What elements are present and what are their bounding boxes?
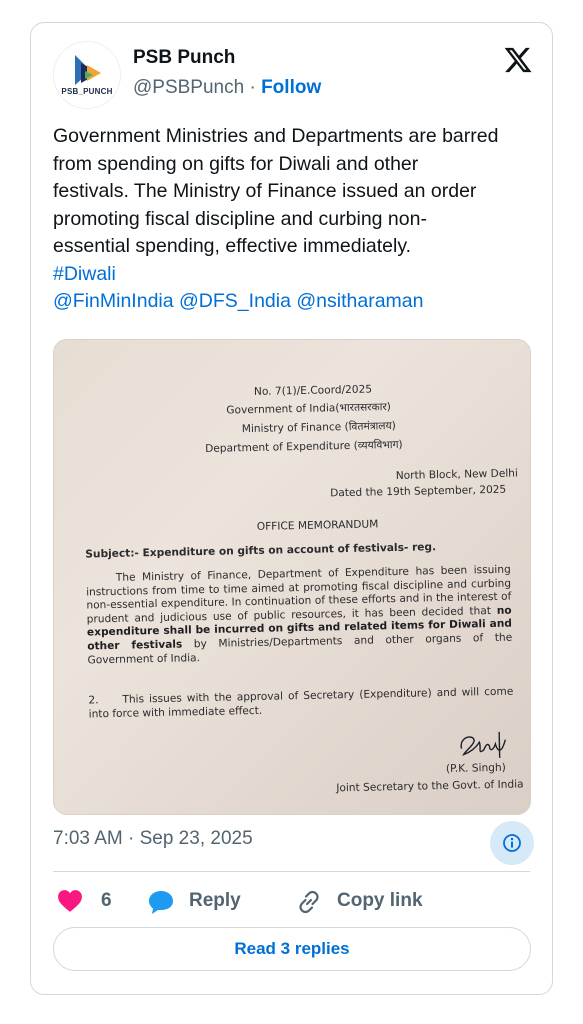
divider	[53, 871, 530, 872]
doc-para2-text: This issues with the approval of Secreta…	[88, 685, 514, 721]
hashtag-line: #Diwali	[53, 261, 538, 289]
like-count: 6	[101, 890, 112, 911]
author-handle[interactable]: @PSBPunch	[133, 77, 244, 98]
reply-bubble-icon	[149, 891, 173, 914]
mention-nsitharaman[interactable]: @nsitharaman	[296, 290, 423, 312]
like-button[interactable]: 6	[57, 887, 117, 915]
reply-label: Reply	[189, 890, 241, 911]
doc-paragraph-2: 2. This issues with the approval of Secre…	[88, 686, 513, 722]
action-bar: 6 Reply Copy link	[53, 881, 533, 921]
reply-button[interactable]: Reply	[147, 887, 257, 915]
tweet-card: PSB_PUNCH PSB Punch @PSBPunch · Follow G…	[30, 22, 553, 995]
avatar-text: PSB_PUNCH	[61, 87, 113, 96]
doc-paragraph-1: The Ministry of Finance, Department of E…	[86, 564, 513, 668]
doc-subject: Subject:- Expenditure on gifts on accoun…	[85, 541, 436, 560]
info-button[interactable]	[490, 821, 534, 865]
mention-dfs[interactable]: @DFS_India	[179, 290, 291, 312]
tweet-line: promoting fiscal discipline and curbing …	[53, 207, 427, 230]
tweet-line: Government Ministries and Departments ar…	[53, 125, 499, 147]
doc-number: No. 7(1)/E.Coord/2025	[253, 383, 373, 398]
separator-dot: ·	[249, 77, 256, 98]
tweet-line: festivals. The Ministry of Finance issue…	[53, 180, 477, 202]
signature-icon	[460, 731, 507, 758]
link-icon	[299, 890, 319, 914]
avatar[interactable]: PSB_PUNCH	[53, 41, 121, 109]
doc-date: Dated the 19th September, 2025	[330, 483, 507, 500]
tweet-timestamp[interactable]: 7:03 AM · Sep 23, 2025	[53, 828, 253, 850]
tweet-text: Government Ministries and Departments ar…	[53, 123, 538, 316]
document-photo[interactable]: No. 7(1)/E.Coord/2025 Government of Indi…	[53, 339, 531, 815]
read-replies-button[interactable]: Read 3 replies	[53, 927, 531, 971]
doc-para2-number: 2.	[88, 694, 99, 707]
doc-location: North Block, New Delhi	[395, 467, 519, 482]
office-memorandum: No. 7(1)/E.Coord/2025 Government of Indi…	[75, 353, 524, 812]
doc-govt: Government of India(भारतसरकार)	[226, 401, 392, 417]
author-name[interactable]: PSB Punch	[133, 47, 235, 69]
doc-signatory: (P.K. Singh)	[445, 761, 506, 775]
tweet-line: from spending on gifts for Diwali and ot…	[53, 152, 419, 175]
doc-department: Department of Expenditure (व्ययविभाग)	[205, 438, 403, 455]
copy-link-label: Copy link	[337, 890, 423, 911]
mention-finmin[interactable]: @FinMinIndia	[53, 290, 174, 312]
follow-button[interactable]: Follow	[261, 77, 321, 98]
tweet-header: PSB_PUNCH PSB Punch @PSBPunch · Follow	[53, 41, 533, 111]
info-icon	[503, 834, 521, 852]
mentions-line: @FinMinIndia @DFS_India @nsitharaman	[53, 288, 538, 316]
doc-ministry: Ministry of Finance (वितमंत्रालय)	[241, 419, 396, 436]
doc-designation: Joint Secretary to the Govt. of India	[336, 778, 524, 795]
doc-subject-prefix: Subject:-	[85, 547, 140, 561]
doc-subject-text: Expenditure on gifts on account of festi…	[142, 541, 437, 560]
author-handle-row: @PSBPunch · Follow	[133, 77, 321, 99]
heart-icon	[58, 890, 82, 912]
doc-heading: OFFICE MEMORANDUM	[256, 518, 379, 533]
avatar-logo-icon	[75, 55, 101, 85]
x-logo-icon[interactable]	[503, 45, 533, 75]
copy-link-button[interactable]: Copy link	[295, 887, 435, 915]
hashtag-diwali[interactable]: #Diwali	[53, 263, 116, 285]
tweet-line: essential spending, effective immediatel…	[53, 235, 412, 257]
doc-para1-a: The Ministry of Finance, Department of E…	[86, 563, 512, 626]
